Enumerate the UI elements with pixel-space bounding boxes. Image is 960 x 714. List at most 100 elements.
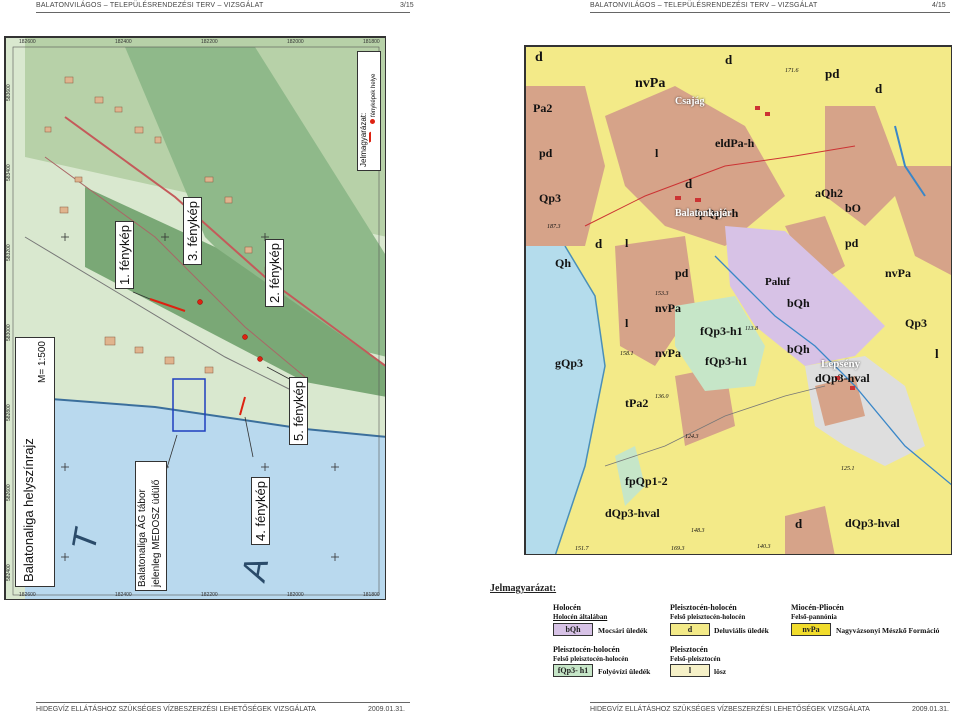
coord-side-4: 582800 xyxy=(6,404,12,421)
place-balatonkajar: Balatonkajár xyxy=(675,208,732,219)
legend-swatch-fqp: fQp3- h1 xyxy=(553,664,593,677)
footer-right-text: HIDEGVÍZ ELLÁTÁSHOZ SZÜKSÉGES VÍZBESZERZ… xyxy=(590,706,870,713)
geo-unit-nvpa-3: nvPa xyxy=(885,266,912,280)
coord-side-2: 583200 xyxy=(6,244,12,261)
elev-2: 153.3 xyxy=(655,291,669,297)
footer-left-date: 2009.01.31. xyxy=(368,706,405,713)
geo-unit-fqp-1: fQp3-h1 xyxy=(705,354,748,368)
geo-unit-l-1: l xyxy=(625,236,629,250)
map-title: Balatonaliga helyszínrajz xyxy=(21,438,36,582)
photo-label-5: 5. fénykép xyxy=(289,377,308,445)
header-right-rule xyxy=(590,12,950,13)
geo-unit-paluf-0: Paluf xyxy=(765,276,791,288)
elev-4: 158.1 xyxy=(620,351,634,357)
footer-left-text: HIDEGVÍZ ELLÁTÁSHOZ SZÜKSÉGES VÍZBESZERZ… xyxy=(36,706,316,713)
geo-unit-pd-2: pd xyxy=(825,66,840,81)
place-csajag: Csajág xyxy=(675,96,705,107)
legend-swatch-l: l xyxy=(670,664,710,677)
geo-unit-pd-1: pd xyxy=(675,266,689,280)
geo-unit-l-0: l xyxy=(655,146,659,160)
geo-unit-l-2: l xyxy=(625,316,629,330)
geo-unit-pd-3: pd xyxy=(845,236,859,250)
legend-swatch-d: d xyxy=(670,623,710,636)
geology-legend-title: Jelmagyarázat: xyxy=(490,583,557,594)
geo-unit-aqh2-0: gQp3 xyxy=(555,356,584,370)
legend-pleisto-sub: Felső-pleisztocén xyxy=(670,655,721,663)
legend-holocen: Holocén xyxy=(553,603,581,612)
elev-10: 140.3 xyxy=(757,544,771,550)
photo-label-4: 4. fénykép xyxy=(251,477,270,545)
geo-unit-qp3-1: Qp3 xyxy=(905,316,928,330)
elev-11: 151.7 xyxy=(575,546,589,552)
elev-6: 124.3 xyxy=(685,434,699,440)
site-plan-map: 182600 182400 182200 182000 181800 18260… xyxy=(4,36,386,600)
header-left-title: BALATONVILÁGOS – TELEPÜLÉSRENDEZÉSI TERV… xyxy=(36,2,264,9)
geo-unit-qh-0: Qh xyxy=(555,256,572,270)
photo-legend-dot-icon xyxy=(370,119,375,124)
footer-right-date: 2009.01.31. xyxy=(912,706,949,713)
geo-unit-dqp-1: dQp3-hval xyxy=(605,506,660,520)
geo-unit-d-2: d xyxy=(595,236,603,251)
coord-top-4: 181800 xyxy=(363,39,380,45)
camp-label-line2: jelenleg MEDOSZ üdülő xyxy=(151,479,162,587)
map-scale: M= 1:500 xyxy=(37,341,48,383)
elev-5: 136.0 xyxy=(655,394,669,400)
legend-label-bqh: Mocsári üledék xyxy=(598,626,648,635)
coord-side-6: 582400 xyxy=(6,564,12,581)
footer-right-rule xyxy=(590,702,950,703)
coord-bottom-3: 182000 xyxy=(287,592,304,598)
photo-label-1: 1. fénykép xyxy=(115,221,134,289)
geo-unit-qp3-0: Qp3 xyxy=(539,191,562,205)
legend-pleisto-holocen-a-sub: Felső pleisztocén-holocén xyxy=(670,613,746,621)
elev-9: 169.3 xyxy=(671,546,685,552)
geo-unit-nvpa-2: nvPa xyxy=(655,346,682,360)
legend-swatch-bqh: bQh xyxy=(553,623,593,636)
coord-side-0: 583600 xyxy=(6,84,12,101)
elev-8: 148.3 xyxy=(691,528,705,534)
legend-pleisto: Pleisztocén xyxy=(670,645,708,654)
legend-label-l: lösz xyxy=(714,667,727,676)
coord-top-0: 182600 xyxy=(19,39,36,45)
legend-pleisto-holocen-b: Pleisztocén-holocén xyxy=(553,645,620,654)
geo-unit-pd-0: pd xyxy=(539,146,553,160)
elev-3: 113.8 xyxy=(745,326,759,332)
geo-unit-bo-0: bO xyxy=(845,201,862,215)
geo-unit-gqp3-0: aQh2 xyxy=(815,186,844,200)
legend-miocen: Miocén-Pliocén xyxy=(791,603,844,612)
geo-unit-d-5: d xyxy=(725,52,733,67)
header-right-title: BALATONVILÁGOS – TELEPÜLÉSRENDEZÉSI TERV… xyxy=(590,2,818,9)
elev-7: 125.1 xyxy=(841,466,855,472)
geo-unit-tpa2-0: tPa2 xyxy=(625,396,649,410)
site-plan-graphic xyxy=(5,37,385,599)
legend-pleisto-holocen-b-sub: Felső pleisztocén-holocén xyxy=(553,655,629,663)
geo-unit-nvpa-0: nvPa xyxy=(635,76,666,91)
header-left-page: 3/15 xyxy=(400,2,414,9)
header-left-rule xyxy=(36,12,410,13)
geo-unit-nvpa-1: nvPa xyxy=(655,301,682,315)
legend-label-nvpa: Nagyvázsonyi Mészkő Formáció xyxy=(836,626,940,635)
geo-unit-l-3: l xyxy=(935,346,939,361)
legend-label-fqp: Folyóvízi üledék xyxy=(598,667,651,676)
geology-map: d Pa2 pd Qp3 nvPa l d d l Qh pd l nvPa f… xyxy=(524,45,952,555)
header-right-page: 4/15 xyxy=(932,2,946,9)
legend-holocen-sub: Holocén általában xyxy=(553,613,608,621)
coord-side-1: 583400 xyxy=(6,164,12,181)
legend-pleisto-holocen-a: Pleisztocén-holocén xyxy=(670,603,737,612)
coord-bottom-2: 182200 xyxy=(201,592,218,598)
footer-left-rule xyxy=(36,702,410,703)
coord-top-1: 182400 xyxy=(115,39,132,45)
geo-unit-fqp-0: fQp3-h1 xyxy=(700,324,743,338)
geo-unit-d-3: d xyxy=(795,516,803,531)
place-lepseny: Lepsény xyxy=(821,358,861,370)
geo-unit-dqp-2: dQp3-hval xyxy=(845,516,900,530)
coord-bottom-0: 182600 xyxy=(19,592,36,598)
geo-unit-bqh-1: bQh xyxy=(787,342,810,356)
coord-top-2: 182200 xyxy=(201,39,218,45)
photo-legend-item: fényképek helye xyxy=(371,73,377,117)
geo-unit-fpqp12-0: fpQp1-2 xyxy=(625,474,668,488)
elev-1: 187.3 xyxy=(547,224,561,230)
photo-label-3: 3. fénykép xyxy=(183,197,202,265)
geology-graphic xyxy=(525,46,951,554)
legend-miocen-sub: Felső-pannónia xyxy=(791,613,837,621)
coord-side-3: 583000 xyxy=(6,324,12,341)
